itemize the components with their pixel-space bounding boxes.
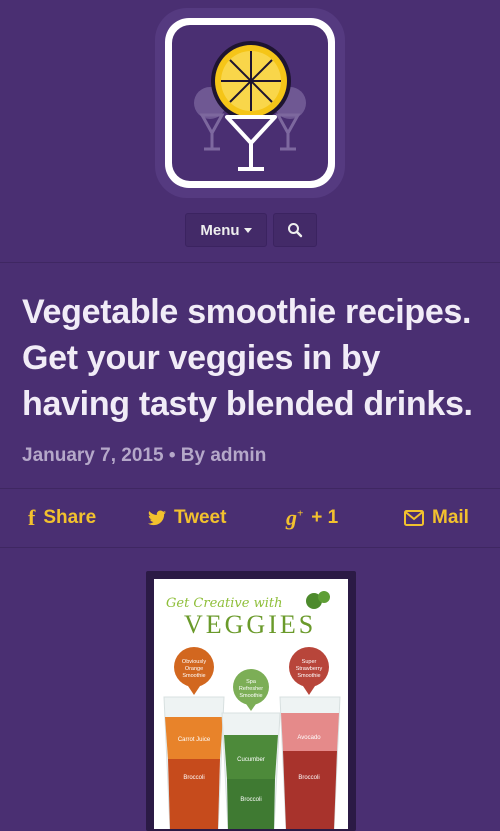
mail-share-button[interactable]: Mail xyxy=(404,507,469,529)
svg-text:Avocado: Avocado xyxy=(297,735,321,741)
mail-share-label: Mail xyxy=(432,507,469,528)
svg-text:Carrot Juice: Carrot Juice xyxy=(178,737,211,743)
strawberry-smoothie-cup: Super Strawberry Smoothie Avocado Brocco… xyxy=(279,647,341,829)
gplus-share-button[interactable]: g+ + 1 xyxy=(286,505,338,531)
svg-text:Refresher: Refresher xyxy=(239,686,263,692)
poster-headline: VEGGIES xyxy=(184,610,316,639)
site-header: Menu xyxy=(0,0,500,263)
google-plus-icon: g+ xyxy=(286,505,304,530)
twitter-share-button[interactable]: Tweet xyxy=(148,507,226,529)
cocktail-logo-icon xyxy=(194,41,306,171)
veggies-infographic: Get Creative with VEGGIES Obviously Oran… xyxy=(163,591,341,829)
svg-text:Broccoli: Broccoli xyxy=(298,775,319,781)
meta-separator: • xyxy=(168,445,176,466)
menu-button[interactable]: Menu xyxy=(185,213,267,247)
facebook-share-button[interactable]: f Share xyxy=(28,505,96,531)
share-bar: f Share Tweet g+ + 1 Mail xyxy=(0,488,500,548)
svg-text:Smoothie: Smoothie xyxy=(239,693,262,699)
site-logo[interactable] xyxy=(155,8,345,198)
poster-script-text: Get Creative with xyxy=(166,596,282,611)
caret-down-icon xyxy=(243,227,252,233)
twitter-share-label: Tweet xyxy=(174,507,227,528)
orange-smoothie-cup: Obviously Orange Smoothie Carrot Juice B… xyxy=(163,647,225,829)
svg-text:Smoothie: Smoothie xyxy=(297,673,320,679)
article-image-frame: Get Creative with VEGGIES Obviously Oran… xyxy=(146,571,356,831)
facebook-share-label: Share xyxy=(43,507,97,528)
mail-icon xyxy=(404,510,424,526)
search-button[interactable] xyxy=(273,213,317,247)
svg-text:Broccoli: Broccoli xyxy=(183,775,204,781)
post-date[interactable]: January 7, 2015 xyxy=(22,445,164,466)
svg-text:Obviously: Obviously xyxy=(182,659,206,665)
top-nav: Menu xyxy=(185,213,317,247)
svg-text:Smoothie: Smoothie xyxy=(182,673,205,679)
svg-text:Spa: Spa xyxy=(246,679,257,685)
by-label: By xyxy=(180,445,206,466)
svg-text:Strawberry: Strawberry xyxy=(296,666,323,672)
article-meta: January 7, 2015 • By admin xyxy=(22,445,478,467)
gplus-share-label: + 1 xyxy=(311,507,339,528)
article-title: Vegetable smoothie recipes. Get your veg… xyxy=(22,293,473,423)
svg-text:Cucumber: Cucumber xyxy=(237,757,265,763)
menu-label: Menu xyxy=(200,221,240,239)
author-link[interactable]: admin xyxy=(210,445,266,466)
twitter-icon xyxy=(148,510,166,526)
facebook-icon: f xyxy=(28,505,36,530)
article: Vegetable smoothie recipes. Get your veg… xyxy=(0,289,500,467)
svg-text:Super: Super xyxy=(302,659,317,665)
green-smoothie-cup: Spa Refresher Smoothie Cucumber Broccoli xyxy=(221,669,281,829)
svg-text:Broccoli: Broccoli xyxy=(240,797,261,803)
svg-text:Orange: Orange xyxy=(185,666,203,672)
search-icon xyxy=(288,223,303,238)
veggies-poster-image[interactable]: Get Creative with VEGGIES Obviously Oran… xyxy=(154,579,348,829)
